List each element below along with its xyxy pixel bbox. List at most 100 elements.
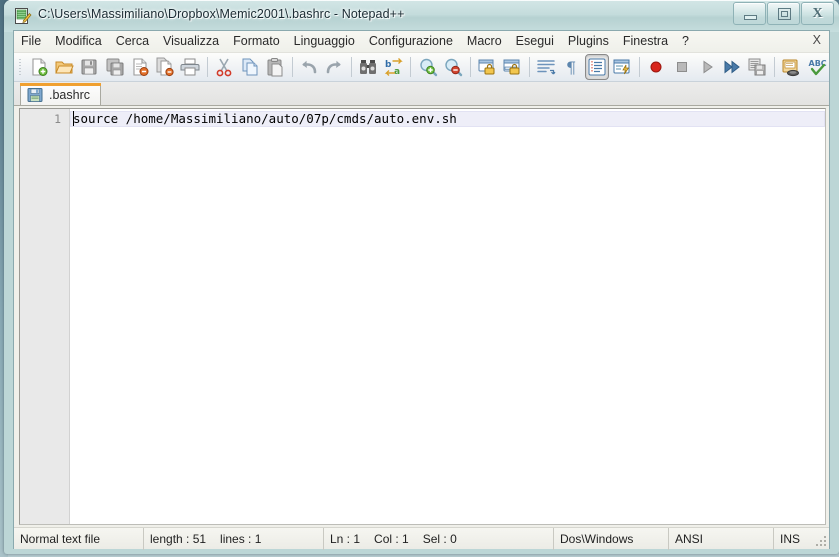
status-eol-format: Dos\Windows bbox=[554, 527, 669, 550]
status-caret-info: Ln : 1 Col : 1 Sel : 0 bbox=[324, 527, 554, 550]
minimize-button[interactable] bbox=[733, 2, 766, 25]
menu-item-plugins[interactable]: Plugins bbox=[561, 32, 616, 51]
user-defined-language-icon bbox=[613, 59, 630, 75]
menu-item-macro[interactable]: Macro bbox=[460, 32, 509, 51]
close-icon: X bbox=[812, 5, 823, 21]
paste-button[interactable] bbox=[263, 54, 286, 80]
close-file-button[interactable] bbox=[128, 54, 151, 80]
redo-button[interactable] bbox=[323, 54, 346, 80]
sync-horizontal-scroll-button[interactable] bbox=[501, 54, 524, 80]
menu-item-configurazione[interactable]: Configurazione bbox=[362, 32, 460, 51]
line-number: 1 bbox=[54, 112, 61, 126]
replace-button[interactable]: b a bbox=[382, 54, 405, 80]
toolbar-separator bbox=[773, 57, 775, 77]
menu-item-formato[interactable]: Formato bbox=[226, 32, 287, 51]
print-icon bbox=[180, 58, 200, 76]
find-button[interactable] bbox=[357, 54, 380, 80]
menu-item-linguaggio[interactable]: Linguaggio bbox=[287, 32, 362, 51]
copy-icon bbox=[242, 58, 258, 76]
new-file-button[interactable] bbox=[27, 54, 50, 80]
close-button[interactable]: X bbox=[801, 2, 834, 25]
line-number-gutter: 1 bbox=[20, 109, 70, 524]
close-document-button[interactable]: X bbox=[813, 33, 821, 47]
paste-icon bbox=[267, 58, 283, 77]
open-file-icon bbox=[55, 61, 74, 74]
record-macro-icon bbox=[650, 61, 662, 73]
toolbar-separator bbox=[291, 57, 293, 77]
notepad-plus-plus-icon bbox=[14, 7, 32, 25]
sync-vertical-scroll-icon bbox=[478, 59, 495, 75]
notepad-plus-plus-window: C:\Users\Massimiliano\Dropbox\Memic2001\… bbox=[4, 0, 839, 554]
status-lines: lines : 1 bbox=[220, 531, 262, 546]
run-macro-multiple-times-icon bbox=[724, 60, 740, 74]
print-button[interactable] bbox=[179, 54, 202, 80]
resize-grip[interactable] bbox=[815, 535, 827, 547]
undo-icon bbox=[302, 60, 317, 74]
copy-button[interactable] bbox=[238, 54, 261, 80]
text-caret bbox=[73, 111, 74, 126]
cut-button[interactable] bbox=[213, 54, 236, 80]
toolbar-separator bbox=[638, 57, 640, 77]
tab-bar: .bashrc bbox=[14, 82, 829, 106]
svg-text:b: b bbox=[385, 60, 392, 70]
window-title: C:\Users\Massimiliano\Dropbox\Memic2001\… bbox=[38, 7, 405, 21]
save-all-button[interactable] bbox=[103, 54, 126, 80]
run-button[interactable] bbox=[780, 54, 803, 80]
run-icon bbox=[782, 59, 800, 77]
toolbar-separator bbox=[350, 57, 352, 77]
save-current-macro-button[interactable] bbox=[746, 54, 769, 80]
title-bar[interactable]: C:\Users\Massimiliano\Dropbox\Memic2001\… bbox=[4, 0, 839, 32]
menu-item-cerca[interactable]: Cerca bbox=[109, 32, 156, 51]
toolbar-separator bbox=[469, 57, 471, 77]
record-macro-button[interactable] bbox=[645, 54, 668, 80]
toolbar-grip[interactable] bbox=[18, 57, 24, 77]
show-all-characters-icon: ¶ bbox=[566, 58, 576, 77]
stop-recording-macro-button[interactable] bbox=[670, 54, 693, 80]
replace-icon: b a bbox=[384, 58, 403, 77]
window-controls: X bbox=[732, 2, 834, 25]
menu-item-help[interactable]: ? bbox=[675, 32, 696, 51]
save-icon bbox=[81, 59, 97, 75]
close-all-files-button[interactable] bbox=[153, 54, 176, 80]
redo-icon bbox=[326, 60, 341, 74]
status-file-type: Normal text file bbox=[14, 527, 144, 550]
tab-bashrc[interactable]: .bashrc bbox=[20, 83, 101, 105]
zoom-in-button[interactable] bbox=[416, 54, 439, 80]
save-current-macro-icon bbox=[748, 58, 766, 76]
minimize-icon bbox=[744, 15, 757, 20]
status-col: Col : 1 bbox=[374, 531, 409, 546]
show-all-characters-button[interactable]: ¶ bbox=[560, 54, 583, 80]
text-editor[interactable]: 1 source /home/Massimiliano/auto/07p/cmd… bbox=[19, 108, 826, 525]
save-button[interactable] bbox=[78, 54, 101, 80]
toolbar-separator bbox=[528, 57, 530, 77]
indent-guide-icon bbox=[588, 58, 606, 76]
menu-item-file[interactable]: File bbox=[14, 32, 48, 51]
word-wrap-button[interactable] bbox=[535, 54, 558, 80]
menu-item-visualizza[interactable]: Visualizza bbox=[156, 32, 226, 51]
code-area[interactable]: source /home/Massimiliano/auto/07p/cmds/… bbox=[70, 109, 825, 524]
sync-vertical-scroll-button[interactable] bbox=[476, 54, 499, 80]
maximize-button[interactable] bbox=[767, 2, 800, 25]
run-macro-multiple-times-button[interactable] bbox=[720, 54, 743, 80]
code-line[interactable]: source /home/Massimiliano/auto/07p/cmds/… bbox=[70, 111, 825, 127]
status-encoding: ANSI bbox=[669, 527, 774, 550]
zoom-out-button[interactable] bbox=[441, 54, 464, 80]
toolbar-separator bbox=[206, 57, 208, 77]
menu-item-esegui[interactable]: Esegui bbox=[509, 32, 561, 51]
undo-button[interactable] bbox=[297, 54, 320, 80]
menu-item-finestra[interactable]: Finestra bbox=[616, 32, 675, 51]
svg-text:a: a bbox=[394, 67, 400, 77]
maximize-icon bbox=[778, 8, 791, 20]
close-all-files-icon bbox=[156, 57, 174, 77]
open-file-button[interactable] bbox=[53, 54, 76, 80]
menu-item-modifica[interactable]: Modifica bbox=[48, 32, 109, 51]
spell-check-icon: ABC bbox=[808, 59, 826, 76]
user-defined-language-button[interactable] bbox=[611, 54, 634, 80]
status-length: length : 51 bbox=[150, 531, 207, 546]
window-client-area: File Modifica Cerca Visualizza Formato L… bbox=[13, 30, 830, 550]
play-macro-button[interactable] bbox=[695, 54, 718, 80]
close-file-icon bbox=[133, 58, 149, 76]
editor-container: 1 source /home/Massimiliano/auto/07p/cmd… bbox=[14, 106, 829, 527]
indent-guide-button[interactable] bbox=[585, 54, 609, 80]
spell-check-button[interactable]: ABC bbox=[805, 54, 828, 80]
